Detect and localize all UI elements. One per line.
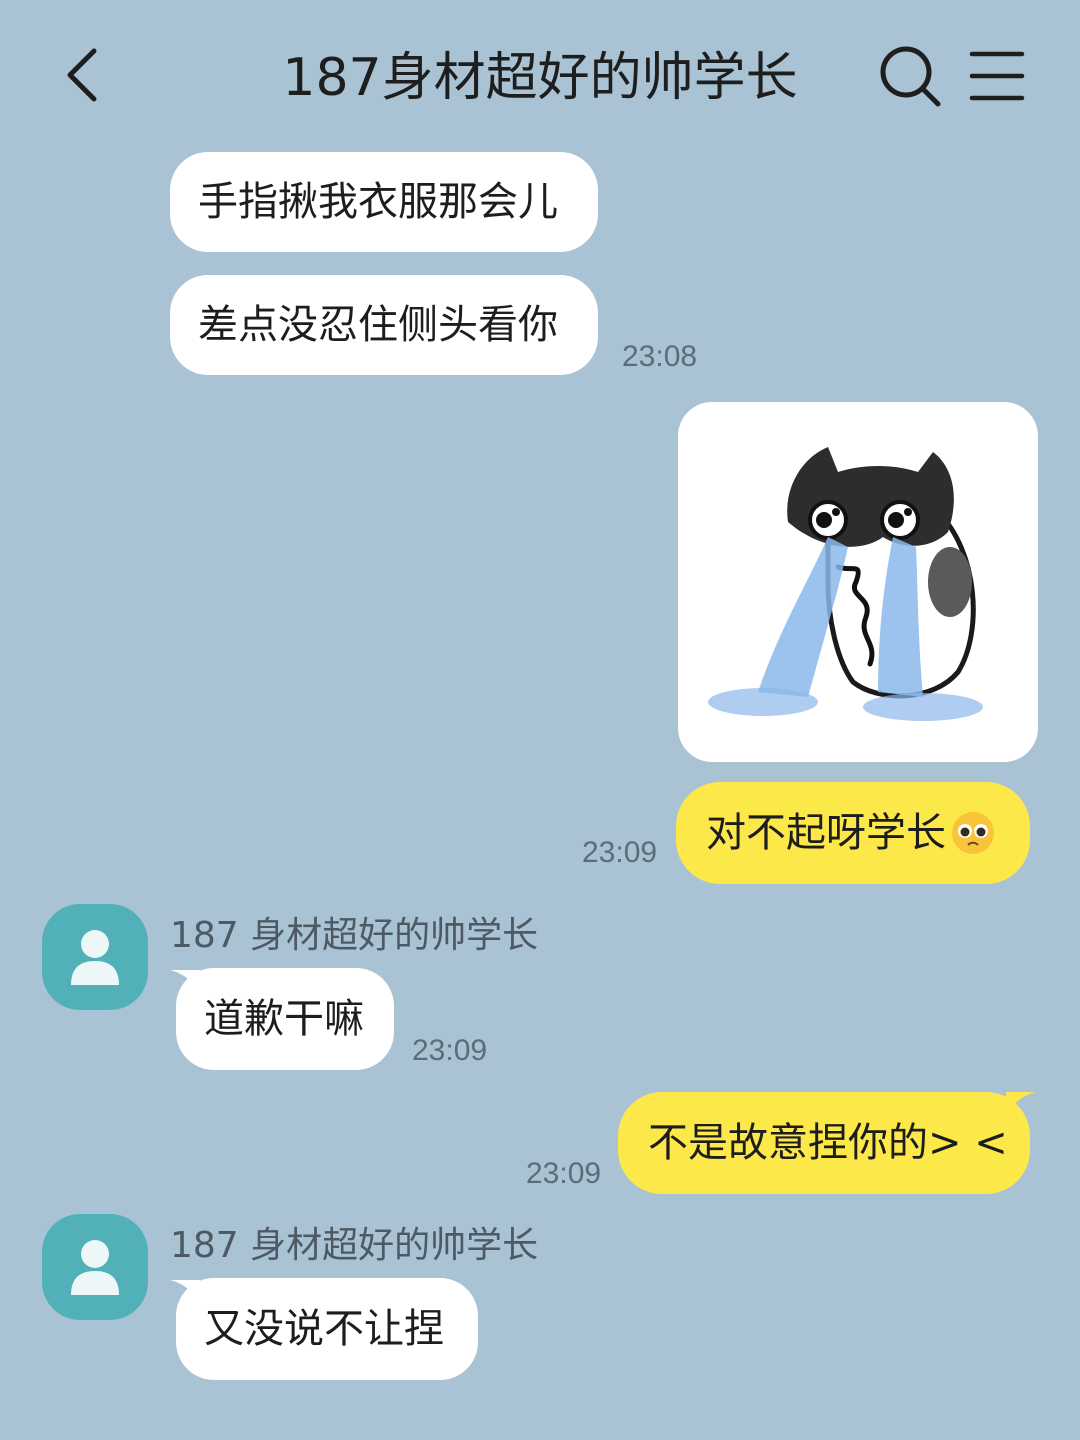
- chat-title: 187身材超好的帅学长: [282, 48, 798, 108]
- user-icon: [71, 1240, 119, 1295]
- pleading-face-emoji: [952, 812, 994, 854]
- crying-cat-sticker[interactable]: [678, 402, 1038, 762]
- chevron-left-icon: [67, 48, 97, 102]
- message-bubble-outgoing[interactable]: 不是故意捏你的> <: [618, 1092, 1030, 1194]
- message-bubble-incoming[interactable]: 差点没忍住侧头看你: [170, 275, 598, 375]
- sender-name: 187 身材超好的帅学长: [170, 1225, 539, 1266]
- user-icon: [71, 930, 119, 985]
- message-text: 对不起呀学长: [706, 810, 946, 856]
- message-timestamp: 23:08: [622, 340, 698, 373]
- avatar[interactable]: [42, 1214, 148, 1320]
- avatar[interactable]: [42, 904, 148, 1010]
- message-text: 道歉干嘛: [204, 996, 364, 1042]
- message-text: 不是故意捏你的> <: [648, 1120, 1008, 1166]
- message-bubble-incoming[interactable]: 道歉干嘛: [176, 968, 394, 1070]
- back-button[interactable]: [52, 40, 112, 110]
- message-timestamp: 23:09: [526, 1157, 602, 1190]
- message-bubble-incoming[interactable]: 手指揪我衣服那会儿: [170, 152, 598, 252]
- message-timestamp: 23:09: [412, 1034, 488, 1067]
- message-timestamp: 23:09: [582, 836, 658, 869]
- message-text: 手指揪我衣服那会儿: [198, 179, 558, 225]
- menu-icon: [969, 51, 1025, 101]
- menu-button[interactable]: [966, 48, 1028, 104]
- sender-name: 187 身材超好的帅学长: [170, 915, 539, 956]
- crying-cat-sticker-image: [708, 447, 983, 721]
- search-button[interactable]: [876, 42, 944, 110]
- message-text: 差点没忍住侧头看你: [198, 302, 558, 348]
- message-bubble-incoming[interactable]: 又没说不让捏: [176, 1278, 478, 1380]
- search-icon: [880, 46, 941, 107]
- message-bubble-outgoing[interactable]: 对不起呀学长: [676, 782, 1030, 884]
- message-text: 又没说不让捏: [204, 1306, 444, 1352]
